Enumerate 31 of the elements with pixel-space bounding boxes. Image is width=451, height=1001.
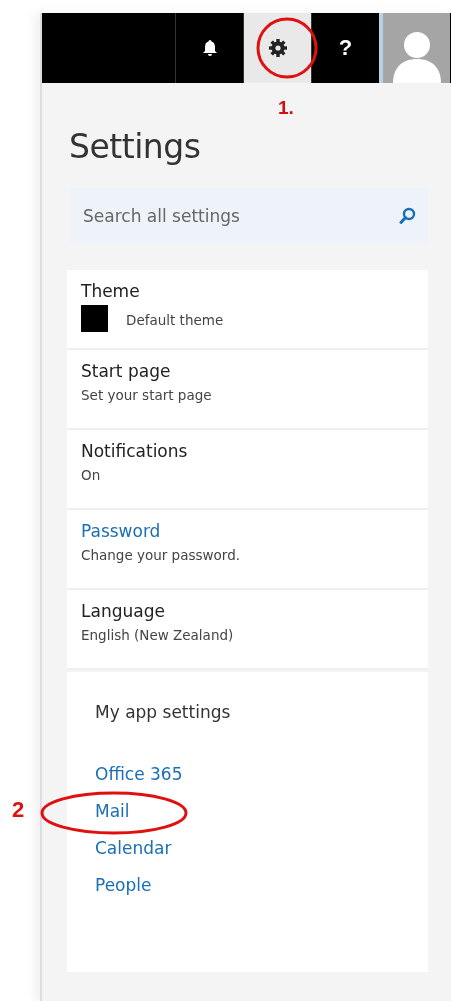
item-subtitle: Change your password. (81, 547, 240, 563)
settings-item[interactable]: Password Change your password. (67, 510, 428, 590)
item-title: Theme (81, 281, 141, 301)
app-link[interactable]: Calendar (95, 838, 172, 858)
item-subtitle: On (81, 467, 101, 483)
item-subtitle: English (New Zealand) (81, 627, 234, 643)
settings-item[interactable]: Language English (New Zealand) (67, 590, 428, 670)
item-title: Start page (81, 361, 172, 381)
settings-title: Settings (69, 127, 202, 166)
annotation-number: 1. (278, 97, 294, 119)
item-subtitle: Set your start page (81, 387, 212, 403)
theme-swatch (81, 305, 108, 332)
settings-item[interactable]: Theme Default theme (67, 270, 428, 350)
settings-icon (267, 38, 288, 58)
settings-item[interactable]: Notifications On (67, 430, 428, 510)
annotation-circle (255, 16, 319, 80)
app-link[interactable]: Mail (95, 801, 130, 821)
app-link[interactable]: Office 365 (95, 764, 183, 784)
item-subtitle: Default theme (126, 311, 224, 328)
app-link[interactable]: People (95, 875, 152, 895)
settings-item[interactable]: Start page Set your start page (67, 350, 428, 430)
search-icon (399, 207, 416, 225)
item-title[interactable]: Password (81, 521, 414, 541)
section-heading: My app settings (95, 702, 232, 722)
item-title: Language (81, 601, 166, 621)
settings-button[interactable] (243, 13, 311, 83)
bell-icon (201, 39, 218, 57)
help-label: ? (338, 35, 353, 61)
item-title: Notifications (81, 441, 189, 461)
annotation-number: 2 (12, 797, 25, 823)
search-field[interactable]: Search all settings (70, 188, 428, 243)
